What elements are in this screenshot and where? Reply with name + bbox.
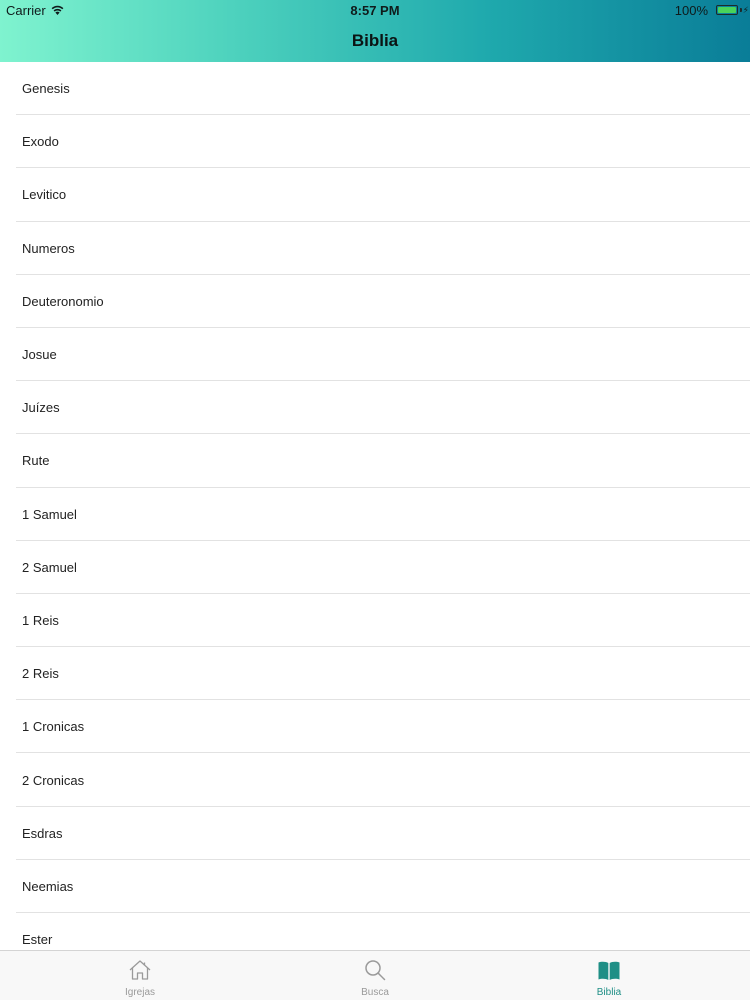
search-icon xyxy=(365,960,386,981)
list-item[interactable]: Genesis xyxy=(0,62,750,116)
status-time: 8:57 PM xyxy=(350,3,400,18)
book-list[interactable]: Genesis Exodo Levitico Numeros Deuteronomio J… xyxy=(0,62,750,950)
tab-biblia[interactable]: Biblia xyxy=(549,951,669,1000)
book-icon xyxy=(598,961,620,980)
list-item[interactable]: Numeros xyxy=(0,222,750,275)
list-item[interactable]: 2 Cronicas xyxy=(0,753,750,807)
list-item[interactable]: Rute xyxy=(0,434,750,488)
tab-bar: Igrejas Busca Biblia xyxy=(0,950,750,1000)
list-item[interactable]: 2 Samuel xyxy=(0,541,750,595)
tab-igrejas[interactable]: Igrejas xyxy=(80,951,200,1000)
battery-percentage: 100% xyxy=(674,3,708,18)
battery-icon xyxy=(716,5,738,15)
tab-busca[interactable]: Busca xyxy=(315,951,435,1000)
list-item[interactable]: 1 Samuel xyxy=(0,488,750,541)
home-icon xyxy=(129,960,151,980)
list-item[interactable]: Exodo xyxy=(0,115,750,169)
app-screen: Carrier 8:57 PM 100% ⚡ Biblia Genesis Exo… xyxy=(0,0,750,1000)
charging-icon: ⚡ xyxy=(742,5,749,15)
list-item[interactable]: Josue xyxy=(0,328,750,382)
status-bar: Carrier 8:57 PM 100% ⚡ xyxy=(0,0,750,20)
list-item[interactable]: Neemias xyxy=(0,860,750,914)
list-item[interactable]: 1 Reis xyxy=(0,594,750,648)
battery-fill xyxy=(718,7,736,13)
list-item[interactable]: Deuteronomio xyxy=(0,275,750,329)
list-item[interactable]: Levitico xyxy=(0,168,750,222)
tab-label: Busca xyxy=(361,987,389,998)
list-item[interactable]: 1 Cronicas xyxy=(0,700,750,754)
tab-label: Igrejas xyxy=(124,987,155,998)
list-item[interactable]: Ester xyxy=(0,913,750,950)
page-title: Biblia xyxy=(351,31,399,50)
list-item[interactable]: 2 Reis xyxy=(0,647,750,701)
navigation-header: Carrier 8:57 PM 100% ⚡ Biblia xyxy=(0,0,750,62)
list-item[interactable]: Juízes xyxy=(0,381,750,435)
list-item[interactable]: Esdras xyxy=(0,807,750,861)
tab-label: Biblia xyxy=(596,987,622,998)
